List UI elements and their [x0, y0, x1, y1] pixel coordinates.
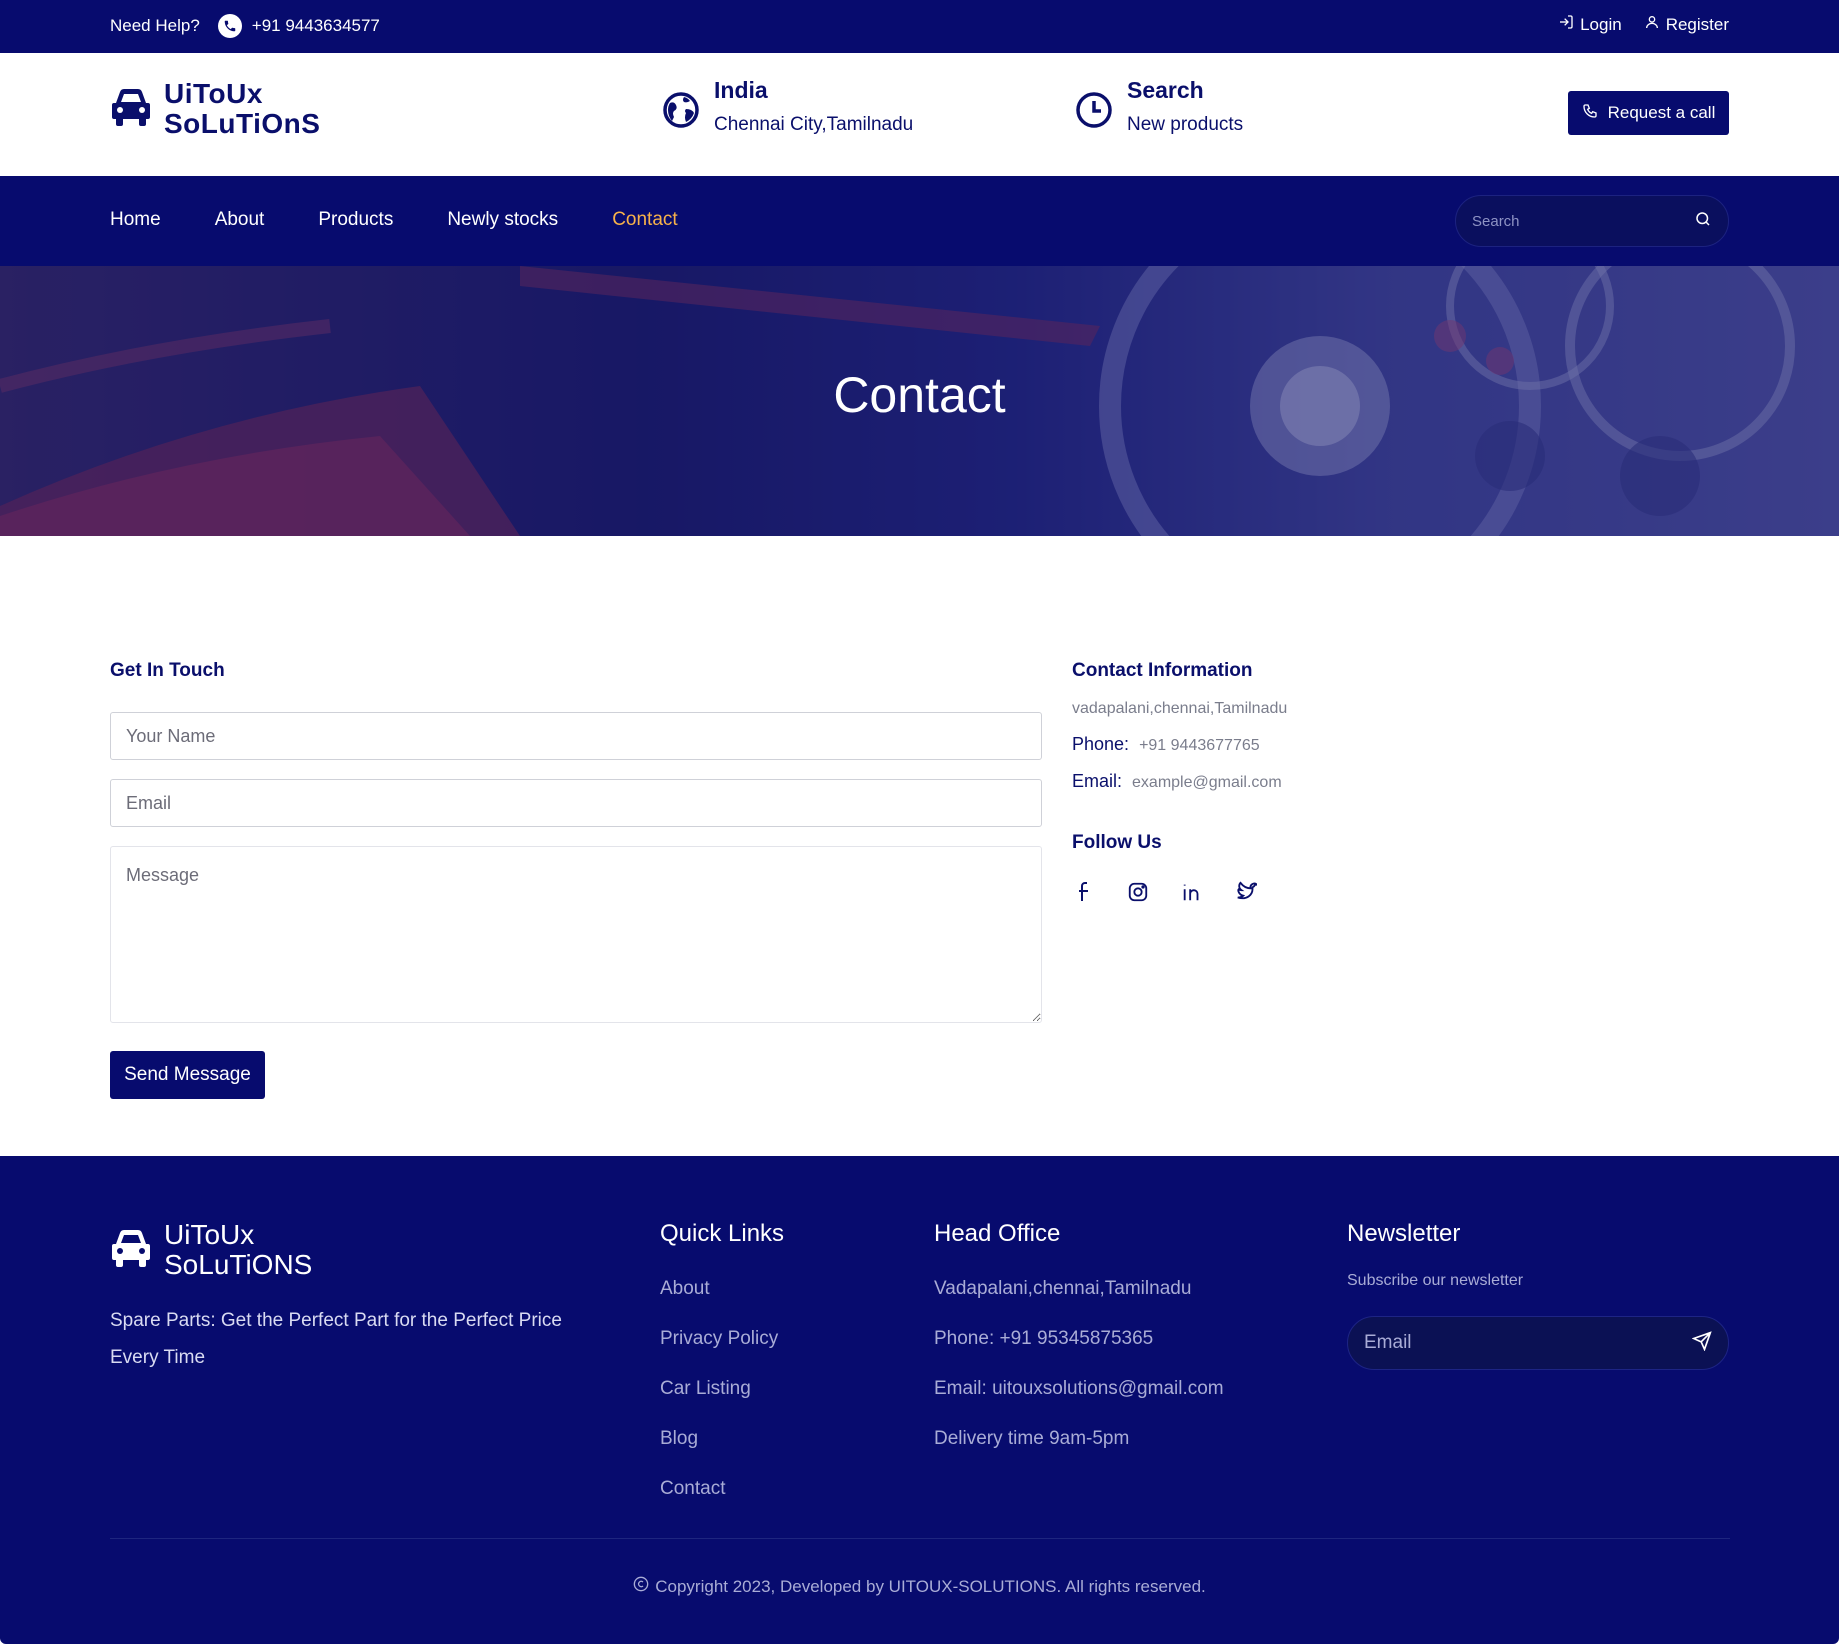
register-label: Register	[1665, 14, 1729, 34]
nav-item-home[interactable]: Home	[110, 209, 161, 231]
contact-phone-value: +91 9443677765	[1139, 737, 1260, 754]
office-phone: Phone: +91 95345875365	[934, 1328, 1154, 1349]
login-icon	[1558, 14, 1574, 35]
footer-logo-line-1: UiToUx	[164, 1219, 255, 1250]
nav-menu: Home About Products Newly stocks Contact	[110, 209, 678, 231]
footer-link-about[interactable]: About	[660, 1278, 784, 1328]
contact-phone-label: Phone:	[1072, 734, 1130, 754]
footer-divider	[110, 1538, 1730, 1539]
contact-email-label: Email:	[1072, 771, 1123, 791]
globe-icon	[662, 91, 700, 134]
location-block: India Chennai City,Tamilnadu	[662, 77, 913, 136]
contact-info-title: Contact Information	[1072, 660, 1253, 681]
nav-search-box	[1455, 195, 1729, 247]
send-message-button[interactable]: Send Message	[110, 1051, 265, 1099]
office-delivery-time: Delivery time 9am-5pm	[934, 1428, 1130, 1449]
contact-address: vadapalani,chennai,Tamilnadu	[1072, 700, 1288, 717]
facebook-icon[interactable]	[1072, 880, 1096, 904]
quick-links-title: Quick Links	[660, 1220, 785, 1247]
contact-email-value: example@gmail.com	[1132, 774, 1282, 791]
search-icon[interactable]	[1694, 210, 1712, 233]
quick-links: Quick Links About Privacy Policy Car Lis…	[660, 1220, 784, 1528]
register-link[interactable]: Register	[1644, 14, 1729, 35]
hero-banner: Contact	[0, 266, 1839, 536]
copyright-text: Copyright 2023, Developed by UITOUX-SOLU…	[655, 1576, 1206, 1596]
footer-logo[interactable]: UiToUx SoLuTiONS	[110, 1220, 312, 1280]
search-subtitle: New products	[1127, 114, 1244, 135]
footer-logo-text: UiToUx SoLuTiONS	[164, 1220, 312, 1280]
logo-line-2: SoLuTiOnS	[164, 108, 321, 139]
send-icon[interactable]	[1691, 1330, 1712, 1356]
topbar-phone-number: +91 9443634577	[251, 16, 380, 35]
contact-section: Get In Touch Send Message Contact Inform…	[0, 536, 1839, 1156]
office-address: Vadapalani,chennai,Tamilnadu	[934, 1278, 1192, 1299]
footer: UiToUx SoLuTiONS Spare Parts: Get the Pe…	[0, 1156, 1839, 1644]
search-title: Search	[1127, 77, 1204, 103]
head-office: Head Office Vadapalani,chennai,Tamilnadu…	[934, 1220, 1224, 1478]
twitter-icon[interactable]	[1234, 880, 1258, 904]
copyright-icon	[633, 1576, 649, 1597]
user-icon	[1644, 14, 1660, 35]
newsletter-form	[1347, 1316, 1729, 1370]
login-label: Login	[1580, 14, 1622, 34]
name-field[interactable]	[110, 712, 1042, 760]
newsletter-email-input[interactable]	[1364, 1332, 1692, 1354]
contact-email-row: Email: example@gmail.com	[1072, 771, 1672, 792]
get-in-touch-title: Get In Touch	[110, 660, 225, 681]
instagram-icon[interactable]	[1126, 880, 1150, 904]
contact-phone-row: Phone: +91 9443677765	[1072, 734, 1672, 755]
logo-text: UiToUx SoLuTiOnS	[164, 79, 320, 139]
login-link[interactable]: Login	[1558, 14, 1622, 35]
newsletter-subtitle: Subscribe our newsletter	[1347, 1272, 1524, 1289]
message-field[interactable]	[110, 846, 1042, 1023]
phone-icon	[217, 14, 242, 38]
header: UiToUx SoLuTiOnS India Chennai City,Tami…	[0, 53, 1839, 176]
main-nav: Home About Products Newly stocks Contact	[0, 176, 1839, 266]
footer-link-car-listing[interactable]: Car Listing	[660, 1378, 784, 1428]
search-block[interactable]: Search New products	[1075, 77, 1243, 136]
help-contact: Need Help? +91 9443634577	[110, 14, 380, 38]
location-subtitle: Chennai City,Tamilnadu	[714, 114, 914, 135]
search-input[interactable]	[1472, 212, 1694, 230]
footer-link-blog[interactable]: Blog	[660, 1428, 784, 1478]
banner-title: Contact	[833, 367, 1006, 423]
social-links	[1072, 880, 1672, 904]
need-help-text: Need Help?	[110, 16, 200, 35]
logo[interactable]: UiToUx SoLuTiOnS	[110, 79, 320, 139]
nav-item-newly-stocks[interactable]: Newly stocks	[447, 209, 558, 231]
newsletter: Newsletter Subscribe our newsletter	[1347, 1220, 1729, 1370]
nav-item-contact[interactable]: Contact	[612, 209, 677, 231]
email-field[interactable]	[110, 779, 1042, 827]
request-call-button[interactable]: Request a call	[1568, 91, 1729, 135]
car-icon	[110, 1228, 152, 1273]
car-icon	[110, 87, 152, 132]
linkedin-icon[interactable]	[1180, 880, 1204, 904]
location-title: India	[714, 77, 768, 103]
top-bar: Need Help? +91 9443634577 Login Register	[0, 0, 1839, 53]
clock-icon	[1075, 91, 1113, 134]
request-call-label: Request a call	[1607, 103, 1716, 122]
phone-icon	[1582, 103, 1598, 124]
footer-link-privacy-policy[interactable]: Privacy Policy	[660, 1328, 784, 1378]
footer-logo-line-2: SoLuTiONS	[164, 1249, 313, 1280]
footer-link-contact[interactable]: Contact	[660, 1478, 784, 1528]
nav-item-about[interactable]: About	[215, 209, 265, 231]
office-email: Email: uitouxsolutions@gmail.com	[934, 1378, 1224, 1399]
nav-item-products[interactable]: Products	[318, 209, 393, 231]
head-office-title: Head Office	[934, 1220, 1061, 1247]
topbar-phone[interactable]: +91 9443634577	[217, 14, 380, 38]
logo-line-1: UiToUx	[164, 78, 263, 109]
auth-links: Login Register	[1558, 14, 1729, 35]
footer-tagline: Spare Parts: Get the Perfect Part for th…	[110, 1310, 562, 1368]
copyright: Copyright 2023, Developed by UITOUX-SOLU…	[0, 1576, 1839, 1597]
newsletter-title: Newsletter	[1347, 1220, 1461, 1247]
follow-us-title: Follow Us	[1072, 832, 1162, 853]
contact-info: Contact Information vadapalani,chennai,T…	[1072, 660, 1672, 904]
